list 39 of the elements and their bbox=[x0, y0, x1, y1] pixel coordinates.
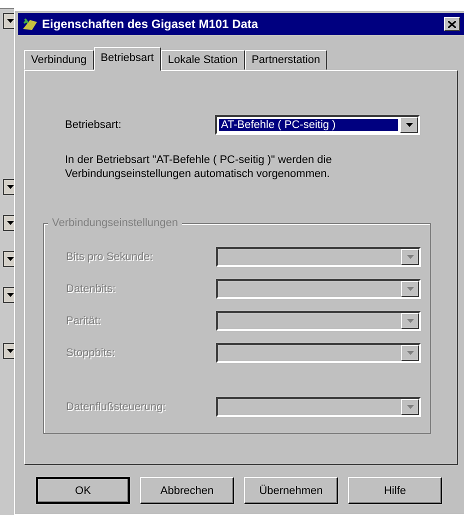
dropdown-button[interactable] bbox=[3, 287, 14, 303]
field-label: Bits pro Sekunde: bbox=[66, 251, 154, 263]
dialog-button[interactable]: Hilfe bbox=[348, 477, 442, 504]
dropdown-arrow-icon bbox=[7, 293, 14, 297]
dropdown-arrow-icon bbox=[7, 19, 14, 23]
dropdown-arrow-icon bbox=[406, 405, 414, 409]
dialog-button[interactable]: OK bbox=[36, 477, 130, 504]
group-title: Verbindungseinstellungen bbox=[48, 215, 182, 231]
dropdown-arrow-icon bbox=[406, 123, 412, 127]
field-label: Parität: bbox=[66, 315, 102, 327]
dropdown-arrow-icon bbox=[406, 351, 414, 355]
dialog-button[interactable]: Übernehmen bbox=[244, 477, 338, 504]
dropdown-button[interactable] bbox=[3, 13, 14, 29]
field-label: Stoppbits: bbox=[66, 347, 116, 359]
dropdown-button[interactable] bbox=[3, 343, 14, 359]
dropdown-arrow-icon bbox=[7, 257, 14, 261]
field-label: Betriebsart: bbox=[65, 119, 122, 131]
close-button[interactable] bbox=[444, 17, 460, 31]
tab[interactable]: Partnerstation bbox=[244, 50, 328, 70]
tab[interactable]: Verbindung bbox=[24, 50, 94, 70]
tab[interactable]: Lokale Station bbox=[160, 50, 245, 70]
dropdown-button[interactable] bbox=[3, 179, 14, 195]
dropdown-arrow-icon bbox=[7, 185, 14, 189]
modem-icon bbox=[22, 17, 38, 31]
dropdown-button[interactable] bbox=[3, 251, 14, 267]
dropdown-arrow-icon bbox=[406, 319, 414, 323]
field-label: Datenbits: bbox=[66, 283, 117, 295]
tab[interactable]: Betriebsart bbox=[94, 47, 161, 71]
close-icon bbox=[448, 20, 456, 28]
window-title: Eigenschaften des Gigaset M101 Data bbox=[42, 17, 260, 31]
field-label: Datenflußsteuerung: bbox=[66, 401, 167, 413]
dialog-button[interactable]: Abbrechen bbox=[140, 477, 234, 504]
dropdown-arrow-icon bbox=[7, 221, 14, 225]
dropdown-arrow-icon bbox=[7, 349, 14, 353]
dropdown-arrow-icon bbox=[406, 255, 414, 259]
description-text: In der Betriebsart "AT-Befehle ( PC-seitig )" werden die Verbindungseinstellungen automatisch vorgenommen. bbox=[65, 153, 333, 181]
dropdown-arrow-icon bbox=[406, 287, 414, 291]
mode-dropdown[interactable]: AT-Befehle ( PC-seitig ) bbox=[215, 115, 420, 135]
dropdown-button[interactable] bbox=[3, 215, 14, 231]
